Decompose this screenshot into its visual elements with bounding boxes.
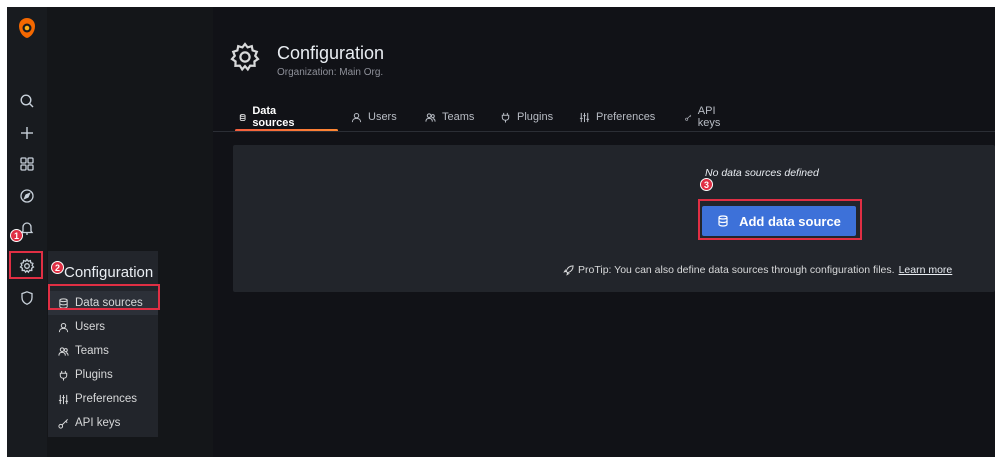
flyout-item-label: Preferences — [75, 393, 138, 405]
flyout-title[interactable]: Configuration — [48, 259, 153, 285]
tab-divider — [213, 131, 995, 132]
plus-icon[interactable] — [7, 119, 47, 147]
plug-icon — [59, 370, 68, 381]
empty-state-message: No data sources defined — [705, 167, 819, 179]
flyout-item-teams[interactable]: Teams — [48, 339, 158, 363]
grafana-logo-icon[interactable] — [17, 17, 37, 39]
learn-more-link[interactable]: Learn more — [899, 264, 953, 276]
tab-label: API keys — [697, 105, 721, 129]
users-icon — [425, 112, 436, 122]
tab-preferences[interactable]: Preferences — [579, 104, 655, 130]
users-icon — [58, 346, 69, 356]
tab-label: Preferences — [596, 111, 656, 123]
sliders-icon — [58, 394, 69, 404]
tab-label: Users — [368, 111, 397, 123]
add-data-source-label: Add data source — [739, 213, 841, 229]
protip: ProTip: You can also define data sources… — [563, 264, 952, 276]
flyout-item-api-keys[interactable]: API keys — [48, 411, 158, 435]
dashboards-icon[interactable] — [7, 150, 47, 178]
step-badge-3: 3 — [700, 178, 713, 191]
shield-icon[interactable] — [7, 284, 47, 312]
flyout-item-data-sources[interactable]: Data sources — [48, 291, 158, 315]
flyout-item-label: Plugins — [75, 369, 113, 381]
flyout-item-label: Data sources — [75, 297, 143, 309]
flyout-item-plugins[interactable]: Plugins — [48, 363, 158, 387]
tab-users[interactable]: Users — [351, 104, 397, 130]
page-title: Configuration — [277, 43, 385, 63]
tab-label: Teams — [442, 111, 475, 123]
explore-icon[interactable] — [7, 182, 47, 210]
database-icon — [239, 113, 246, 121]
tab-api-keys[interactable]: API keys — [685, 104, 725, 130]
gear-icon — [230, 42, 260, 72]
protip-text: ProTip: You can also define data sources… — [578, 264, 895, 276]
flyout-item-label: Users — [75, 321, 106, 333]
step-badge-1: 1 — [10, 229, 23, 242]
tab-plugins[interactable]: Plugins — [500, 104, 553, 130]
user-icon — [351, 112, 362, 122]
database-icon — [718, 215, 728, 227]
tab-data-sources[interactable]: Data sources — [239, 104, 298, 130]
key-icon — [685, 114, 692, 121]
database-icon — [59, 297, 68, 309]
tab-teams[interactable]: Teams — [425, 104, 474, 130]
flyout-item-label: Teams — [75, 345, 109, 357]
flyout-item-label: API keys — [75, 417, 121, 429]
configuration-flyout-menu: Configuration Data sources Users Teams P… — [48, 251, 158, 437]
add-data-source-button[interactable]: Add data source — [702, 206, 856, 236]
search-icon[interactable] — [7, 87, 47, 115]
tab-label: Data sources — [252, 105, 295, 129]
gear-icon[interactable] — [7, 252, 47, 280]
sliders-icon — [579, 112, 590, 122]
plug-icon — [501, 112, 510, 123]
app-window: Configuration Data sources Users Teams P… — [7, 7, 995, 457]
page-subtitle: Organization: Main Org. — [277, 67, 384, 78]
flyout-item-users[interactable]: Users — [48, 315, 158, 339]
flyout-item-preferences[interactable]: Preferences — [48, 387, 158, 411]
rocket-icon — [563, 264, 574, 276]
user-icon — [58, 322, 69, 332]
empty-state-panel: No data sources defined Add data source … — [233, 145, 995, 292]
step-badge-2: 2 — [51, 261, 64, 274]
key-icon — [58, 418, 68, 429]
tab-label: Plugins — [517, 111, 554, 123]
